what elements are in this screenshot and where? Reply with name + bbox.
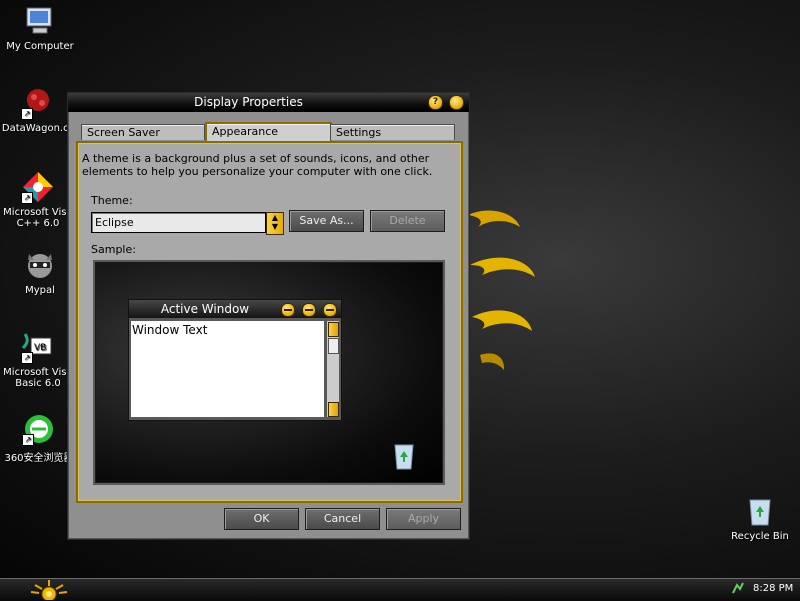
desktop-icon-my-computer[interactable]: My Computer: [2, 4, 78, 52]
visual-cpp-icon: ↗: [21, 170, 55, 204]
desktop-icon-360-browser[interactable]: ↗ 360安全浏览器: [1, 412, 77, 464]
360-browser-icon: ↗: [22, 412, 56, 446]
scroll-down-icon: [328, 402, 339, 417]
save-as-label: Save As...: [299, 214, 354, 227]
shortcut-arrow-icon: ↗: [21, 108, 33, 120]
help-button[interactable]: ?: [428, 95, 443, 110]
sample-preview: Active Window Window Text: [93, 260, 445, 485]
cancel-label: Cancel: [323, 512, 362, 525]
sample-window-content: Window Text: [131, 321, 324, 417]
desktop-icon-label: Microsoft Visu C++ 6.0: [3, 207, 73, 229]
desktop-icon-label: 360安全浏览器: [4, 453, 74, 464]
tab-label: Settings: [336, 126, 382, 139]
taskbar: [0, 578, 800, 601]
desktop-icon-recycle-bin[interactable]: Recycle Bin: [722, 494, 798, 542]
scroll-up-icon: [328, 322, 339, 337]
save-as-button[interactable]: Save As...: [289, 210, 364, 232]
close-button[interactable]: [449, 95, 464, 110]
sample-title-bar: Active Window: [129, 300, 341, 318]
maximize-icon: [302, 303, 316, 317]
tab-settings[interactable]: Settings: [330, 124, 455, 140]
delete-button[interactable]: Delete: [370, 210, 445, 232]
desktop-icon-visual-cpp[interactable]: ↗ Microsoft Visu C++ 6.0: [0, 170, 76, 229]
desktop-icon-label: DataWagon.cc: [1, 123, 75, 134]
help-icon: ?: [432, 97, 439, 107]
sample-label: Sample:: [91, 243, 136, 256]
start-button[interactable]: [23, 580, 75, 600]
tab-label: Appearance: [212, 125, 279, 138]
apply-button[interactable]: Apply: [386, 508, 461, 530]
visual-basic-icon: VB ↗: [21, 330, 55, 364]
tab-appearance[interactable]: Appearance: [205, 122, 332, 141]
mypal-raccoon-icon: [23, 248, 57, 282]
delete-label: Delete: [389, 214, 426, 227]
theme-select-value: Eclipse: [95, 216, 134, 229]
sample-window-title: Active Window: [160, 302, 250, 316]
cancel-button[interactable]: Cancel: [305, 508, 380, 530]
desktop-icon-label: Microsoft Visu Basic 6.0: [3, 367, 73, 389]
display-properties-window: Display Properties ? Screen Saver Appear…: [67, 92, 470, 540]
tray-network-icon[interactable]: [731, 581, 745, 595]
ok-label: OK: [253, 512, 270, 525]
desktop-icon-visual-basic[interactable]: VB ↗ Microsoft Visu Basic 6.0: [0, 330, 76, 389]
window-title: Display Properties: [194, 95, 303, 109]
up-down-arrows-icon: ▲ ▼: [271, 213, 279, 231]
theme-description: A theme is a background plus a set of so…: [82, 152, 433, 178]
close-icon: [323, 303, 337, 317]
svg-text:VB: VB: [34, 343, 46, 353]
theme-dropdown-button[interactable]: ▲ ▼: [266, 212, 284, 235]
sample-recycle-bin-icon: [394, 444, 414, 470]
sample-active-window: Active Window Window Text: [128, 299, 342, 421]
desktop-icon-label: My Computer: [6, 41, 74, 52]
sample-window-text: Window Text: [132, 323, 208, 337]
taskbar-clock[interactable]: 8:28 PM: [753, 583, 793, 594]
sun-logo-icon: [30, 580, 68, 600]
shortcut-arrow-icon: ↗: [22, 434, 34, 446]
scroll-thumb: [328, 338, 339, 354]
sample-scrollbar: [326, 321, 339, 417]
desktop-icon-datawagon[interactable]: ↗ DataWagon.cc: [0, 86, 76, 134]
theme-select[interactable]: Eclipse: [91, 212, 266, 233]
ok-button[interactable]: OK: [224, 508, 299, 530]
theme-label: Theme:: [91, 194, 133, 207]
datawagon-icon: ↗: [21, 86, 55, 120]
apply-label: Apply: [407, 512, 440, 525]
title-bar[interactable]: Display Properties ?: [68, 93, 469, 112]
recycle-bin-icon: [743, 494, 777, 528]
tab-label: Screen Saver: [87, 126, 160, 139]
desktop-icon-label: Recycle Bin: [731, 531, 789, 542]
minimize-icon: [281, 303, 295, 317]
shortcut-arrow-icon: ↗: [21, 352, 33, 364]
my-computer-icon: [23, 4, 57, 38]
wallpaper-sun-rays: [468, 210, 535, 370]
tab-screen-saver[interactable]: Screen Saver: [81, 124, 205, 140]
shortcut-arrow-icon: ↗: [21, 192, 33, 204]
